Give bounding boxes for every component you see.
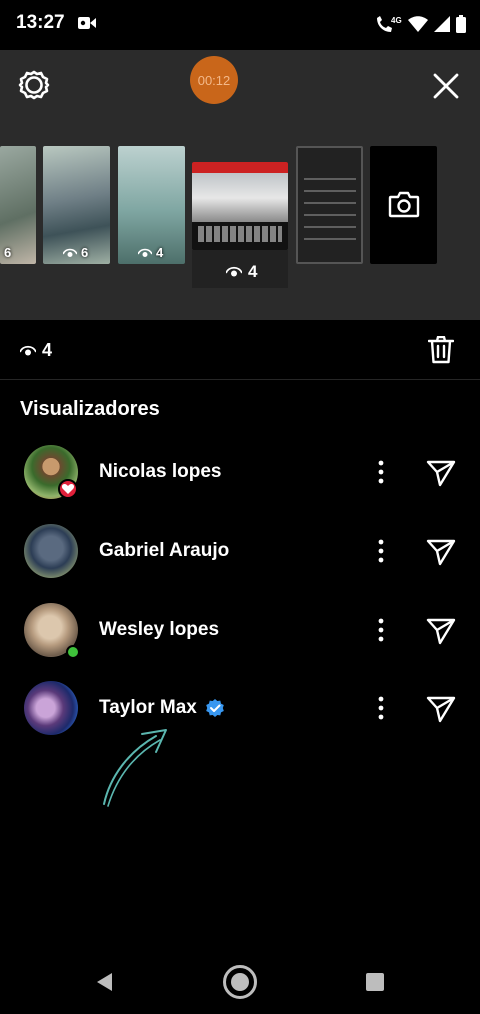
network-label: 4G bbox=[391, 16, 402, 25]
close-icon[interactable] bbox=[430, 70, 462, 102]
viewer-row[interactable]: Wesley lopes bbox=[0, 601, 480, 661]
wifi-icon bbox=[408, 16, 428, 32]
eye-icon bbox=[20, 345, 36, 355]
views-count-value: 4 bbox=[42, 340, 53, 360]
viewer-name[interactable]: Gabriel Araujo bbox=[99, 540, 229, 562]
status-bar: 13:27 4G bbox=[0, 0, 480, 50]
story-thumbnail[interactable]: 4 bbox=[118, 146, 185, 264]
send-icon[interactable] bbox=[426, 617, 456, 645]
annotation-arrow bbox=[103, 729, 167, 807]
battery-icon bbox=[456, 15, 466, 33]
online-status-icon bbox=[66, 645, 80, 659]
thumbnail-view-count: 6 bbox=[81, 245, 89, 260]
status-icons: 4G bbox=[374, 14, 466, 34]
signal-icon bbox=[434, 16, 450, 32]
viewer-row[interactable]: Gabriel Araujo bbox=[0, 522, 480, 582]
avatar[interactable] bbox=[24, 524, 78, 578]
status-time: 13:27 bbox=[16, 12, 65, 33]
more-vertical-icon[interactable] bbox=[372, 538, 390, 564]
home-icon[interactable] bbox=[222, 964, 258, 1000]
viewer-row[interactable]: Taylor Max bbox=[0, 679, 480, 739]
send-icon[interactable] bbox=[426, 538, 456, 566]
story-thumbnail-selected[interactable] bbox=[192, 162, 288, 250]
selected-story-count: 4 bbox=[248, 262, 258, 281]
viewer-row[interactable]: Nicolas lopes bbox=[0, 443, 480, 503]
more-vertical-icon[interactable] bbox=[372, 617, 390, 643]
add-story-button[interactable] bbox=[370, 146, 437, 264]
story-caption bbox=[198, 226, 282, 242]
story-photo bbox=[192, 162, 288, 222]
viewer-name-text: Taylor Max bbox=[99, 697, 197, 718]
gear-icon[interactable] bbox=[18, 69, 50, 101]
story-screenshot-content bbox=[304, 178, 356, 248]
viewer-name-text: Gabriel Araujo bbox=[99, 540, 230, 561]
verified-badge-icon bbox=[206, 699, 224, 717]
avatar[interactable] bbox=[24, 681, 78, 735]
more-vertical-icon[interactable] bbox=[372, 695, 390, 721]
trash-icon[interactable] bbox=[428, 336, 454, 364]
views-summary-bar: 4 bbox=[0, 320, 480, 380]
eye-icon bbox=[63, 248, 77, 257]
selected-story-view-count: 4 bbox=[226, 262, 257, 282]
story-thumbnail[interactable]: 6 bbox=[43, 146, 110, 264]
heart-icon bbox=[58, 479, 78, 499]
viewer-name-text: Nicolas lopes bbox=[99, 461, 222, 482]
system-nav-bar bbox=[0, 944, 480, 1014]
thumbnail-view-count: 6 bbox=[4, 245, 12, 260]
viewers-section-title: Visualizadores bbox=[20, 398, 160, 420]
thumbnail-view-count: 4 bbox=[156, 245, 164, 260]
volte-call-icon: 4G bbox=[377, 16, 402, 32]
send-icon[interactable] bbox=[426, 459, 456, 487]
story-thumbnail[interactable] bbox=[296, 146, 363, 264]
timer-label: 00:12 bbox=[197, 72, 231, 88]
back-icon[interactable] bbox=[96, 972, 114, 992]
send-icon[interactable] bbox=[426, 695, 456, 723]
recent-apps-icon[interactable] bbox=[366, 973, 384, 991]
viewer-name[interactable]: Nicolas lopes bbox=[99, 461, 222, 483]
camera-icon bbox=[388, 191, 420, 218]
story-thumbnail[interactable]: 6 bbox=[0, 146, 36, 264]
viewer-name[interactable]: Wesley lopes bbox=[99, 619, 219, 641]
more-vertical-icon[interactable] bbox=[372, 459, 390, 485]
video-record-icon bbox=[78, 17, 96, 29]
viewer-name-text: Wesley lopes bbox=[99, 619, 220, 640]
eye-icon bbox=[138, 248, 152, 257]
recording-timer: 00:12 bbox=[190, 56, 238, 104]
viewer-name[interactable]: Taylor Max bbox=[99, 697, 225, 719]
eye-icon bbox=[226, 266, 242, 277]
story-tray: 00:12 6 6 4 4 bbox=[0, 50, 480, 370]
views-count: 4 bbox=[20, 340, 52, 361]
